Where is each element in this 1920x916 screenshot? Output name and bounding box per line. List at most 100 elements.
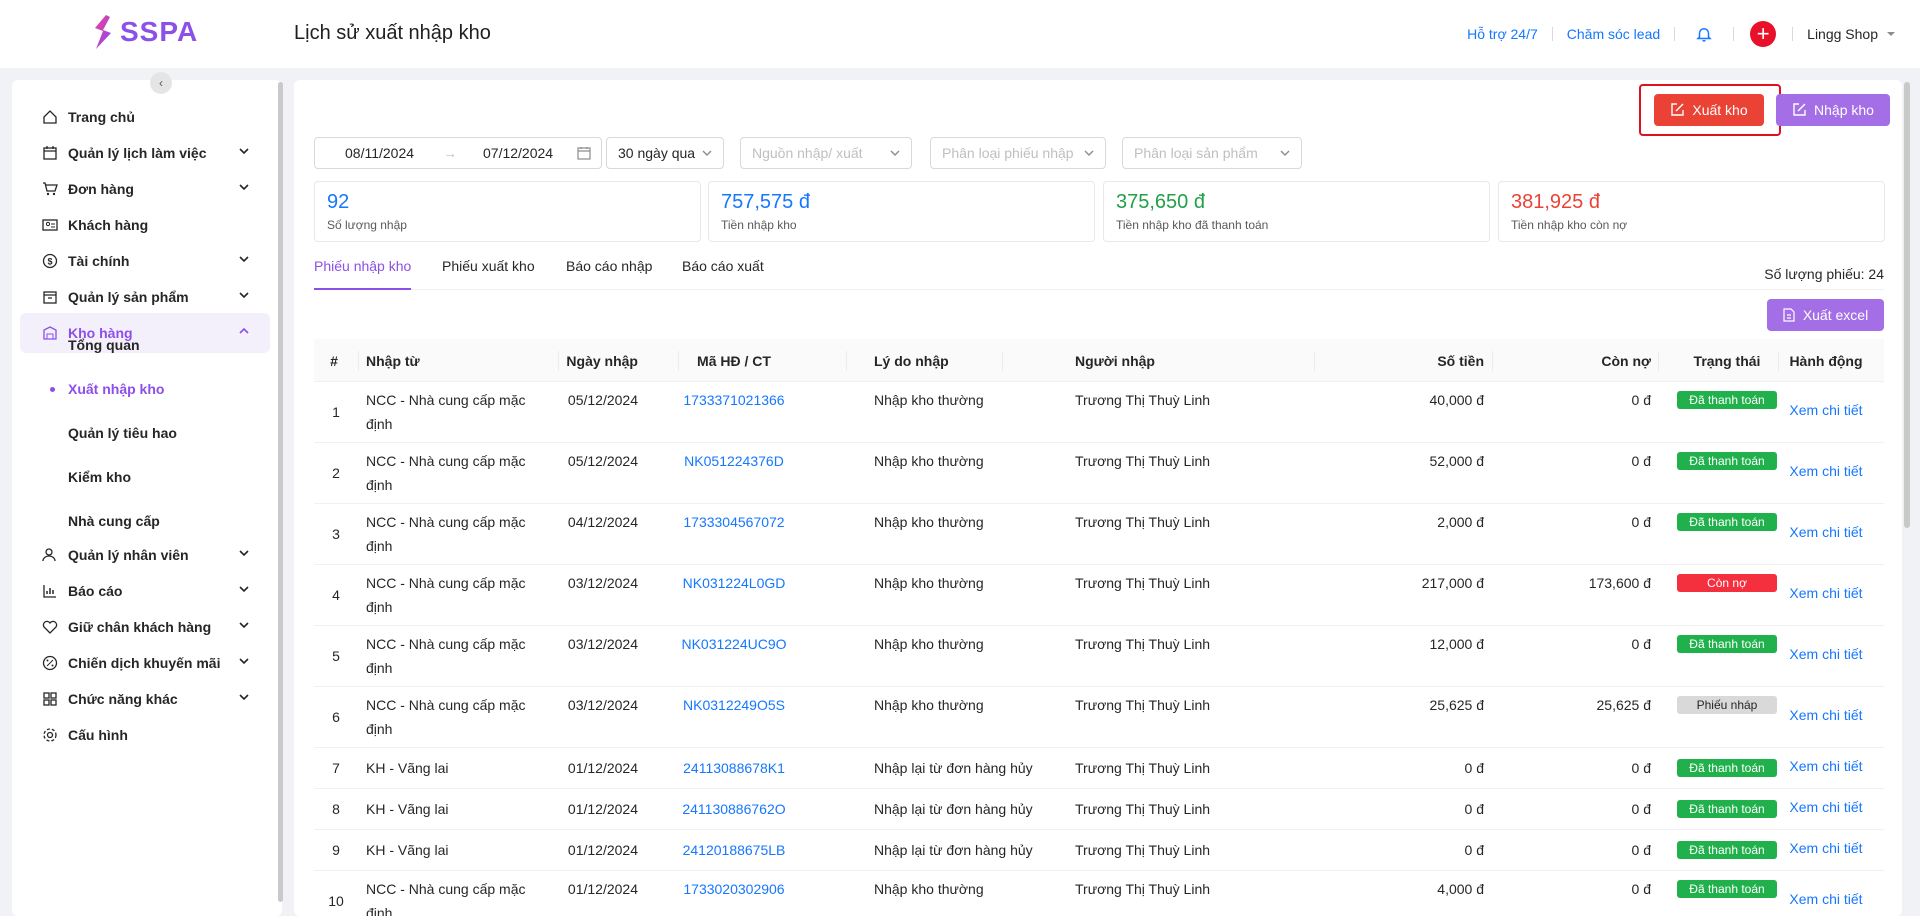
sidebar-item-2[interactable]: Đơn hàng [20, 169, 270, 209]
table-row[interactable]: 10 NCC - Nhà cung cấp mặc định 01/12/2024 17… [314, 871, 1884, 916]
table-row[interactable]: 4 NCC - Nhà cung cấp mặc định 03/12/2024 NK0… [314, 565, 1884, 626]
voucher-code-link[interactable]: 24113088678K1 [654, 756, 814, 780]
voucher-code-link[interactable]: NK051224376D [654, 449, 814, 473]
sidebar-item-3[interactable]: Khách hàng [20, 205, 270, 245]
page-title: Lịch sử xuất nhập kho [294, 22, 491, 44]
column-divider [358, 351, 359, 371]
chevron-down-icon [239, 622, 249, 629]
export-stock-button[interactable]: Xuất kho [1654, 94, 1764, 126]
voucher-count: Số lượng phiếu: 24 [1764, 266, 1884, 282]
sidebar-item-0[interactable]: Trang chủ [20, 97, 270, 137]
stat-card-import-amount: 757,575 đ Tiền nhập kho [708, 181, 1095, 242]
sidebar-item-label: Báo cáo [68, 583, 123, 599]
debt-cell: 0 đ [1631, 842, 1651, 858]
sidebar-item-7[interactable]: Quản lý nhân viên [20, 535, 270, 575]
sidebar-item-10[interactable]: Chiến dịch khuyến mãi [20, 643, 270, 683]
heart-icon [42, 619, 58, 635]
sidebar-subitem-3[interactable]: Kiểm kho [68, 457, 131, 497]
shop-selector[interactable]: Lingg Shop [1793, 26, 1896, 42]
table-row[interactable]: 7 KH - Vãng lai 01/12/2024 24113088678K1 Nhậ… [314, 748, 1884, 789]
view-detail-link[interactable]: Xem chi tiết [1766, 585, 1886, 601]
amount-cell: 12,000 đ [1429, 636, 1485, 652]
sidebar-subitem-2[interactable]: Quản lý tiêu hao [68, 413, 177, 453]
sidebar-scrollbar[interactable] [278, 82, 283, 902]
bell-icon[interactable] [1675, 25, 1733, 43]
tab-import-vouchers[interactable]: Phiếu nhập kho [314, 258, 411, 274]
source-line: NCC - Nhà cung cấp mặc [366, 575, 526, 591]
voucher-code-link[interactable]: 24120188675LB [654, 838, 814, 862]
table-row[interactable]: 8 KH - Vãng lai 01/12/2024 241130886762O Nhậ… [314, 789, 1884, 830]
view-detail-link[interactable]: Xem chi tiết [1766, 524, 1886, 540]
lead-care-link[interactable]: Chăm sóc lead [1553, 26, 1674, 42]
source-cell: NCC - Nhà cung cấp mặc định [366, 510, 566, 558]
table-row[interactable]: 2 NCC - Nhà cung cấp mặc định 05/12/2024 NK0… [314, 443, 1884, 504]
date-start[interactable]: 08/11/2024 [345, 145, 414, 161]
logo[interactable]: SSPA [92, 14, 198, 50]
view-detail-link[interactable]: Xem chi tiết [1766, 402, 1886, 418]
cart-icon [42, 181, 58, 197]
view-detail-link[interactable]: Xem chi tiết [1766, 891, 1886, 907]
sidebar-item-label: Đơn hàng [68, 181, 134, 197]
date-cell: 03/12/2024 [567, 575, 638, 591]
product-type-select[interactable]: Phân loại sản phẩm [1122, 137, 1302, 169]
support-link[interactable]: Hỗ trợ 24/7 [1453, 26, 1552, 42]
tab-export-vouchers[interactable]: Phiếu xuất kho [442, 258, 535, 274]
table-row[interactable]: 5 NCC - Nhà cung cấp mặc định 03/12/2024 NK0… [314, 626, 1884, 687]
voucher-code-link[interactable]: 1733020302906 [654, 877, 814, 901]
add-icon[interactable]: + [1750, 21, 1777, 47]
table-row[interactable]: 3 NCC - Nhà cung cấp mặc định 04/12/2024 173… [314, 504, 1884, 565]
date-range-picker[interactable]: 08/11/2024 → 07/12/2024 [314, 137, 602, 169]
reason-cell: Nhập kho thường [874, 881, 984, 897]
voucher-code-link[interactable]: 1733304567072 [654, 510, 814, 534]
collapse-sidebar-icon[interactable]: ‹ [150, 72, 172, 94]
sidebar-item-5[interactable]: Quản lý sản phẩm [20, 277, 270, 317]
import-stock-button[interactable]: Nhập kho [1776, 94, 1890, 126]
sidebar-item-8[interactable]: Báo cáo [20, 571, 270, 611]
table-row[interactable]: 6 NCC - Nhà cung cấp mặc định 03/12/2024 NK0… [314, 687, 1884, 748]
debt-cell: 0 đ [1631, 801, 1651, 817]
chevron-down-icon [239, 148, 249, 155]
source-line: NCC - Nhà cung cấp mặc [366, 392, 526, 408]
person-cell: Trương Thị Thuỳ Linh [1075, 514, 1211, 530]
svg-text:$: $ [47, 257, 52, 267]
debt-cell: 25,625 đ [1596, 697, 1652, 713]
table-row[interactable]: 1 NCC - Nhà cung cấp mặc định 05/12/2024 173… [314, 382, 1884, 443]
source-select[interactable]: Nguồn nhập/ xuất [740, 137, 912, 169]
voucher-code-link[interactable]: 241130886762O [654, 797, 814, 821]
view-detail-link[interactable]: Xem chi tiết [1766, 646, 1886, 662]
sidebar-subitem-1[interactable]: Xuất nhập kho [50, 369, 164, 409]
chevron-down-icon [1280, 150, 1290, 156]
voucher-code-link[interactable]: 1733371021366 [654, 388, 814, 412]
voucher-type-select[interactable]: Phân loại phiếu nhập [930, 137, 1106, 169]
sidebar-item-9[interactable]: Giữ chân khách hàng [20, 607, 270, 647]
status-badge: Đã thanh toán [1677, 513, 1777, 531]
stat-value: 375,650 đ [1116, 191, 1205, 213]
table-row[interactable]: 9 KH - Vãng lai 01/12/2024 24120188675LB Nhậ… [314, 830, 1884, 871]
date-end[interactable]: 07/12/2024 [483, 145, 553, 161]
range-select[interactable]: 30 ngày qua [606, 137, 724, 169]
voucher-code-link[interactable]: NK031224L0GD [654, 571, 814, 595]
voucher-code-link[interactable]: NK0312249O5S [654, 693, 814, 717]
tab-import-report[interactable]: Báo cáo nhập [566, 258, 652, 274]
voucher-code-link[interactable]: NK031224UC9O [654, 632, 814, 656]
view-detail-link[interactable]: Xem chi tiết [1766, 758, 1886, 774]
chevron-down-icon [1084, 150, 1094, 156]
view-detail-link[interactable]: Xem chi tiết [1766, 707, 1886, 723]
main-scrollbar[interactable] [1904, 82, 1910, 528]
sidebar-item-11[interactable]: Chức năng khác [20, 679, 270, 719]
sidebar-subitem-0[interactable]: Tổng quan [68, 325, 140, 365]
chart-icon [42, 583, 58, 599]
view-detail-link[interactable]: Xem chi tiết [1766, 840, 1886, 856]
tab-export-report[interactable]: Báo cáo xuất [682, 258, 764, 274]
person-cell: Trương Thị Thuỳ Linh [1075, 801, 1211, 817]
sidebar-subitem-4[interactable]: Nhà cung cấp [68, 501, 160, 541]
view-detail-link[interactable]: Xem chi tiết [1766, 463, 1886, 479]
sidebar-item-6[interactable]: Kho hàng [20, 313, 270, 353]
sidebar-item-1[interactable]: Quản lý lịch làm việc [20, 133, 270, 173]
sidebar-item-12[interactable]: Cấu hình [20, 715, 270, 755]
sidebar-item-4[interactable]: $ Tài chính [20, 241, 270, 281]
source-cell: NCC - Nhà cung cấp mặc định [366, 449, 566, 497]
top-header: SSPA Lịch sử xuất nhập kho Hỗ trợ 24/7 C… [0, 0, 1920, 68]
view-detail-link[interactable]: Xem chi tiết [1766, 799, 1886, 815]
export-excel-button[interactable]: Xuất excel [1767, 299, 1884, 331]
